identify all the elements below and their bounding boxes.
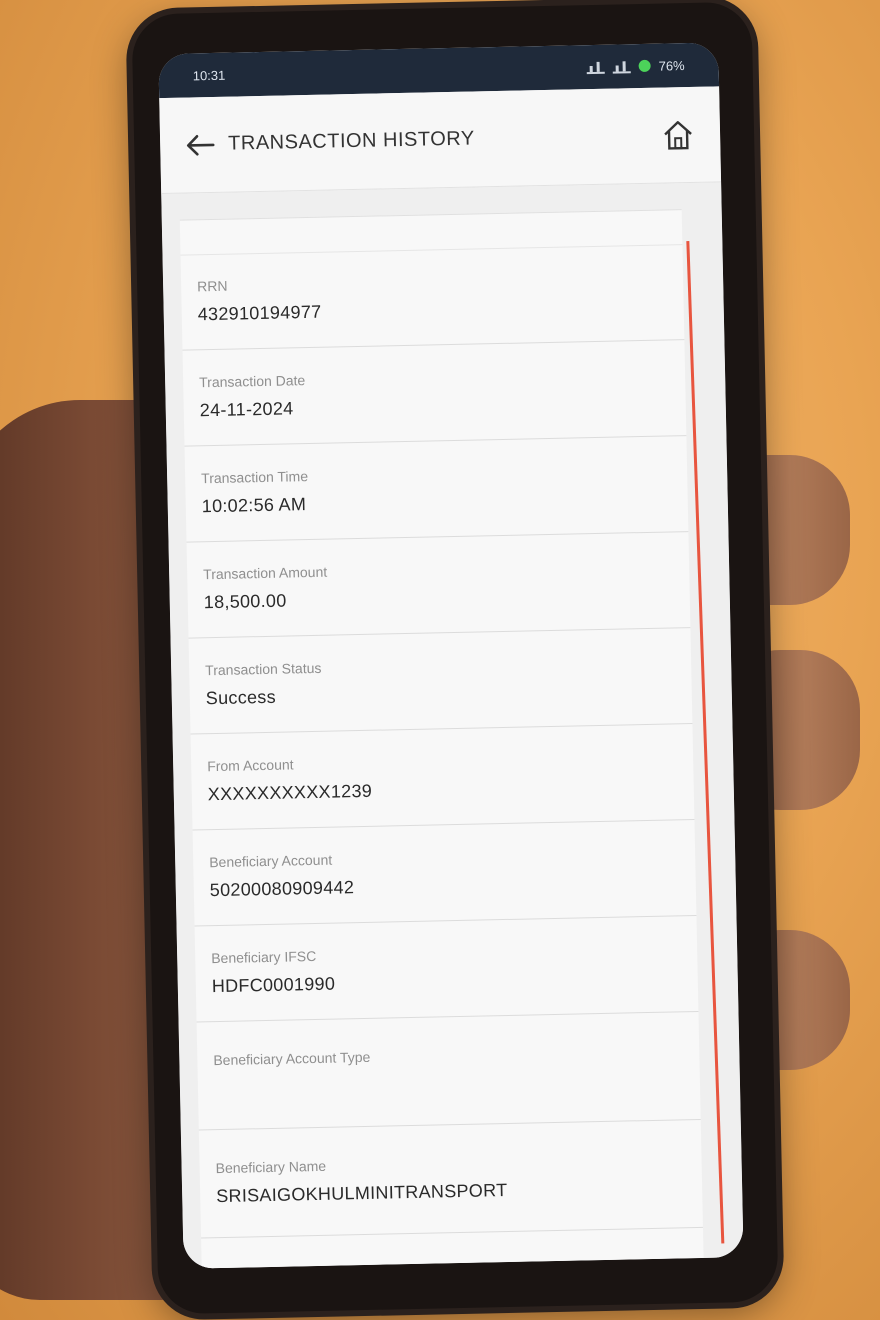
field-value: 50200080909442 — [209, 876, 355, 900]
field-label: Transaction Time — [201, 467, 309, 486]
field-label: Transaction Date — [198, 371, 306, 390]
field-label: Beneficiary IFSC — [211, 947, 317, 966]
phone-device: 10:31 76% TRANSACTION HISTORY RRN 432910… — [131, 1, 779, 1315]
signal-icon — [586, 59, 605, 75]
field-from-account: From Account XXXXXXXXXX1239 — [190, 724, 695, 831]
page-title: TRANSACTION HISTORY — [227, 127, 475, 155]
field-beneficiary-account-type: Beneficiary Account Type — [196, 1011, 701, 1131]
home-icon — [664, 120, 692, 150]
field-value: 10:02:56 AM — [201, 493, 307, 516]
status-icons: 76% — [586, 57, 685, 75]
status-time: 10:31 — [192, 67, 226, 83]
field-label: Transaction Amount — [203, 563, 328, 582]
field-transaction-date: Transaction Date 24-11-2024 — [182, 340, 687, 447]
field-rrn: RRN 432910194977 — [180, 244, 685, 351]
field-value: Success — [205, 686, 277, 708]
field-value: 432910194977 — [197, 301, 322, 325]
field-label: From Account — [207, 755, 294, 774]
app-header: TRANSACTION HISTORY — [159, 86, 722, 195]
field-beneficiary-ifsc: Beneficiary IFSC HDFC0001990 — [194, 915, 699, 1023]
battery-level: 76% — [658, 57, 685, 74]
back-button[interactable] — [180, 124, 221, 165]
field-beneficiary-name: Beneficiary Name SRISAIGOKHULMINITRANSPO… — [198, 1119, 703, 1239]
home-button[interactable] — [656, 112, 701, 157]
field-transaction-status: Transaction Status Success — [188, 628, 693, 735]
field-value: SRISAIGOKHULMINITRANSPORT — [215, 1179, 508, 1206]
transaction-details-card[interactable]: RRN 432910194977 Transaction Date 24-11-… — [179, 209, 704, 1269]
phone-screen: 10:31 76% TRANSACTION HISTORY RRN 432910… — [158, 42, 744, 1269]
field-label: Beneficiary Name — [215, 1157, 327, 1176]
field-transaction-time: Transaction Time 10:02:56 AM — [184, 436, 689, 543]
details-content: RRN 432910194977 Transaction Date 24-11-… — [161, 182, 744, 1269]
active-dot-icon — [638, 59, 651, 73]
signal-icon-2 — [612, 59, 631, 74]
field-label: Beneficiary Account Type — [213, 1048, 371, 1068]
field-value: 24-11-2024 — [199, 397, 294, 420]
field-label: Transaction Status — [205, 659, 322, 678]
field-transaction-amount: Transaction Amount 18,500.00 — [186, 532, 691, 639]
field-value: XXXXXXXXXX1239 — [207, 780, 373, 804]
field-value: 18,500.00 — [203, 590, 287, 612]
field-label: RRN — [196, 277, 228, 295]
field-value — [214, 1068, 684, 1100]
field-label: Beneficiary Account — [209, 851, 333, 870]
field-value: HDFC0001990 — [211, 973, 336, 996]
arrow-left-icon — [186, 134, 215, 156]
field-beneficiary-account: Beneficiary Account 50200080909442 — [192, 820, 697, 927]
